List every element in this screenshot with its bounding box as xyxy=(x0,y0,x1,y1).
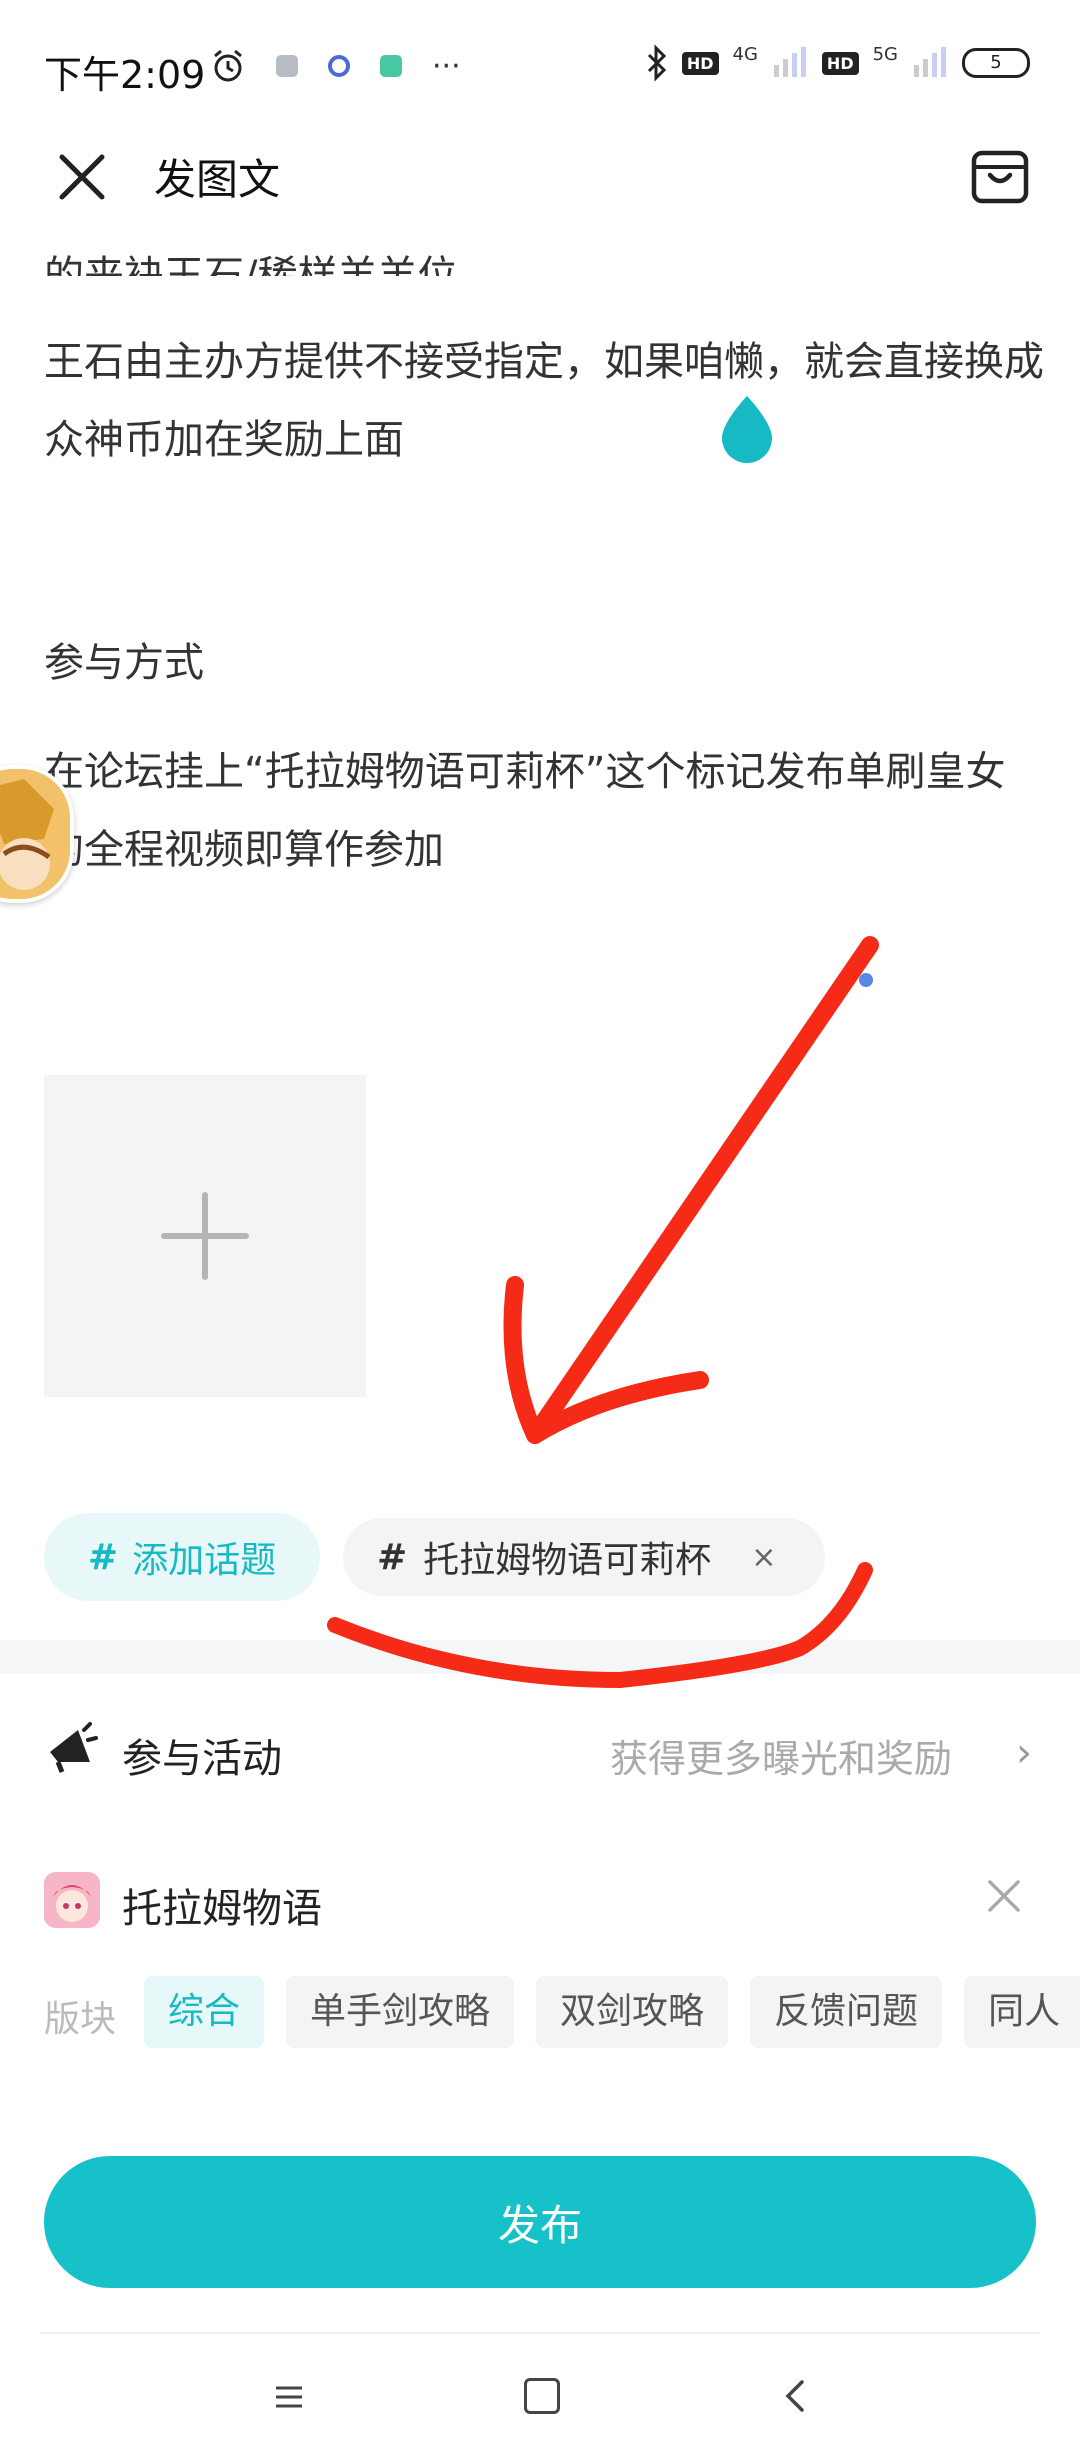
signal-icon xyxy=(773,47,806,77)
app-notification-icon xyxy=(328,55,350,77)
section-chip[interactable]: 反馈问题 xyxy=(750,1976,943,2048)
remove-topic-icon[interactable]: × xyxy=(751,1540,776,1575)
network-4g: 4G xyxy=(732,43,758,65)
add-topic-label: 添加话题 xyxy=(132,1540,277,1581)
network-5g: 5G xyxy=(872,43,898,65)
body-paragraph[interactable]: 在论坛挂上“托拉姆物语可莉杯”这个标记发布单刷皇女的全程视频即算作参加 xyxy=(44,733,1044,889)
remove-game-icon[interactable] xyxy=(980,1872,1028,1920)
body-paragraph[interactable]: 参与方式 xyxy=(44,624,1044,702)
add-topic-button[interactable]: # 添加话题 xyxy=(44,1513,320,1601)
add-image-button[interactable] xyxy=(44,1075,366,1397)
status-time: 下午2:09 xyxy=(44,53,206,97)
app-notification-icon xyxy=(276,55,298,77)
signal-icon xyxy=(914,47,946,77)
section-chip[interactable]: 同人 xyxy=(964,1976,1080,2048)
join-activity-label[interactable]: 参与活动 xyxy=(122,1726,282,1784)
alarm-icon xyxy=(214,49,242,82)
section-chip[interactable]: 综合 xyxy=(144,1976,265,2048)
section-chip[interactable]: 单手剑攻略 xyxy=(286,1976,515,2048)
menu-icon[interactable] xyxy=(272,2380,306,2414)
page-title: 发图文 xyxy=(154,155,281,204)
partial-text-line[interactable]: 的来袂王石/稀样羊羊位 xyxy=(44,236,457,276)
section-chip-list: 综合 单手剑攻略 双剑攻略 反馈问题 同人 xyxy=(144,1976,1080,2048)
chevron-right-icon[interactable]: › xyxy=(1016,1730,1032,1776)
bottom-divider xyxy=(40,2332,1040,2334)
status-notification-icons: ··· xyxy=(210,48,461,84)
hd-badge: HD xyxy=(821,51,859,75)
home-icon[interactable] xyxy=(524,2378,560,2414)
avatar-illustration-icon xyxy=(0,769,70,899)
game-avatar xyxy=(44,1872,100,1928)
text-cursor-handle-icon[interactable] xyxy=(718,392,776,464)
back-icon[interactable] xyxy=(778,2376,812,2416)
hash-icon: # xyxy=(377,1536,408,1578)
game-avatar-icon xyxy=(44,1872,100,1928)
body-paragraph[interactable]: 王石由主办方提供不接受指定，如果咱懒，就会直接换成众神币加在奖励上面 xyxy=(44,323,1044,479)
activity-hint[interactable]: 获得更多曝光和奖励 xyxy=(610,1728,952,1783)
hd-badge: HD xyxy=(681,51,719,75)
bag-icon[interactable] xyxy=(968,143,1032,207)
battery-icon: 5 xyxy=(962,48,1030,78)
floating-avatar[interactable] xyxy=(0,765,74,903)
bluetooth-icon xyxy=(647,44,666,82)
publish-button[interactable]: 发布 xyxy=(44,2156,1036,2288)
close-icon[interactable] xyxy=(50,145,114,209)
more-notifications: ··· xyxy=(432,48,461,84)
status-right: HD 4G HD 5G 5 xyxy=(646,44,1030,82)
app-notification-icon xyxy=(380,55,402,77)
plus-icon xyxy=(161,1192,249,1280)
section-chip[interactable]: 双剑攻略 xyxy=(536,1976,729,2048)
selected-topic-label: 托拉姆物语可莉杯 xyxy=(423,1540,712,1581)
game-name: 托拉姆物语 xyxy=(122,1886,322,1932)
hash-icon: # xyxy=(87,1536,119,1578)
section-label: 版块 xyxy=(44,1999,117,2040)
megaphone-icon xyxy=(50,1722,98,1773)
section-divider xyxy=(0,1640,1080,1674)
selected-topic-tag[interactable]: # 托拉姆物语可莉杯 × xyxy=(343,1518,825,1596)
